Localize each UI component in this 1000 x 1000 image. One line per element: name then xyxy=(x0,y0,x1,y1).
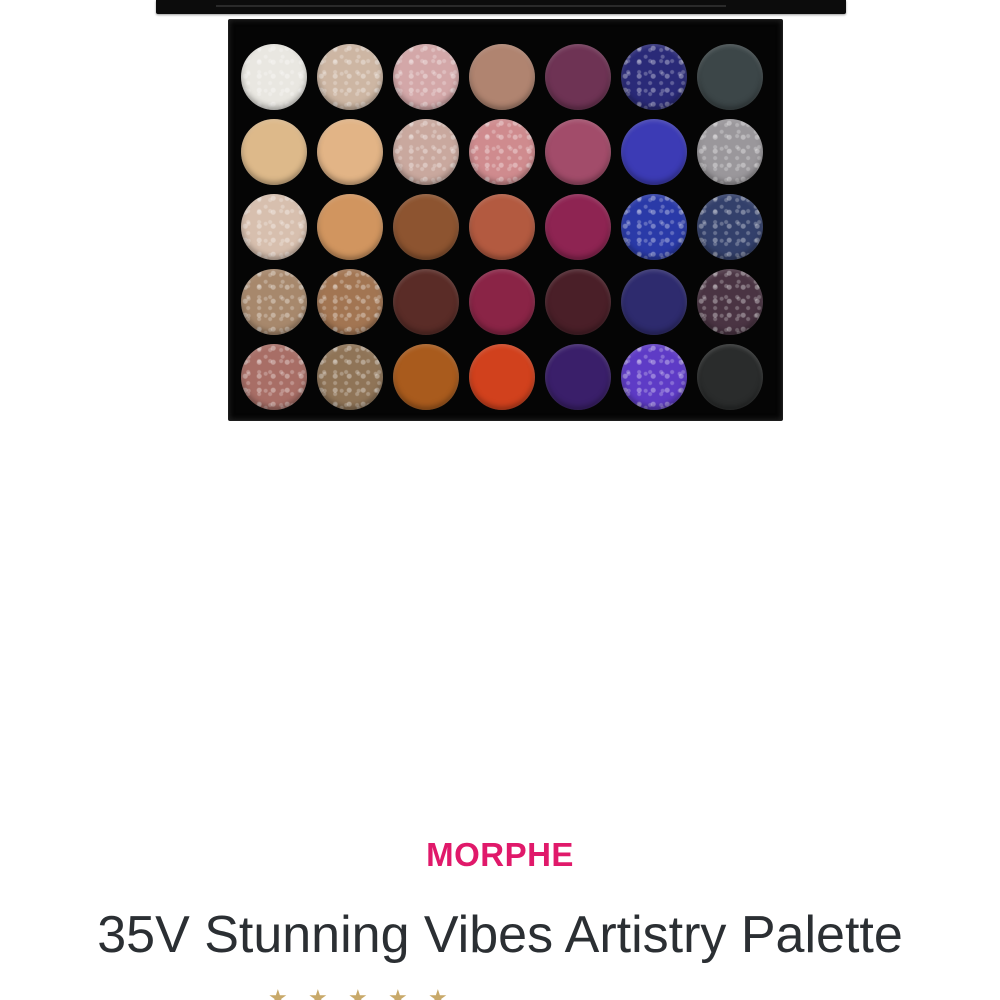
eyeshadow-pan xyxy=(469,344,535,410)
eyeshadow-pan xyxy=(241,344,307,410)
star-icon: ★ xyxy=(268,986,288,1000)
eyeshadow-pan xyxy=(393,269,459,335)
eyeshadow-pan xyxy=(241,269,307,335)
star-icon: ★ xyxy=(348,986,368,1000)
eyeshadow-pan xyxy=(241,119,307,185)
eyeshadow-pan xyxy=(621,269,687,335)
eyeshadow-pan xyxy=(469,119,535,185)
rating-stars[interactable]: ★ ★ ★ ★ ★ xyxy=(268,988,450,1000)
star-icon: ★ xyxy=(308,986,328,1000)
eyeshadow-pan xyxy=(317,344,383,410)
eyeshadow-pan xyxy=(545,269,611,335)
eyeshadow-pan xyxy=(545,119,611,185)
product-title: 35V Stunning Vibes Artistry Palette xyxy=(97,906,903,964)
eyeshadow-pan xyxy=(317,194,383,260)
eyeshadow-pan xyxy=(317,119,383,185)
eyeshadow-pan xyxy=(469,269,535,335)
palette-lid xyxy=(156,0,846,14)
star-icon: ★ xyxy=(388,986,408,1000)
product-page: MORPHE 35V Stunning Vibes Artistry Palet… xyxy=(0,0,1000,1000)
eyeshadow-pan xyxy=(241,194,307,260)
star-icon: ★ xyxy=(428,986,448,1000)
eyeshadow-pan xyxy=(697,344,763,410)
eyeshadow-pan xyxy=(621,194,687,260)
eyeshadow-pan xyxy=(393,344,459,410)
eyeshadow-pan xyxy=(393,44,459,110)
eyeshadow-pan xyxy=(317,44,383,110)
eyeshadow-pan xyxy=(697,194,763,260)
eyeshadow-pan xyxy=(545,344,611,410)
product-image[interactable] xyxy=(228,19,783,421)
eyeshadow-pan xyxy=(697,44,763,110)
eyeshadow-pan xyxy=(241,44,307,110)
eyeshadow-pan xyxy=(469,44,535,110)
eyeshadow-pan xyxy=(621,44,687,110)
eyeshadow-pan xyxy=(469,194,535,260)
eyeshadow-pan xyxy=(545,44,611,110)
eyeshadow-pan-grid xyxy=(241,44,763,410)
eyeshadow-pan xyxy=(621,119,687,185)
brand-link[interactable]: MORPHE xyxy=(0,836,1000,874)
eyeshadow-pan xyxy=(621,344,687,410)
eyeshadow-pan xyxy=(697,119,763,185)
eyeshadow-pan xyxy=(393,119,459,185)
eyeshadow-pan xyxy=(393,194,459,260)
eyeshadow-pan xyxy=(317,269,383,335)
eyeshadow-pan xyxy=(545,194,611,260)
eyeshadow-pan xyxy=(697,269,763,335)
